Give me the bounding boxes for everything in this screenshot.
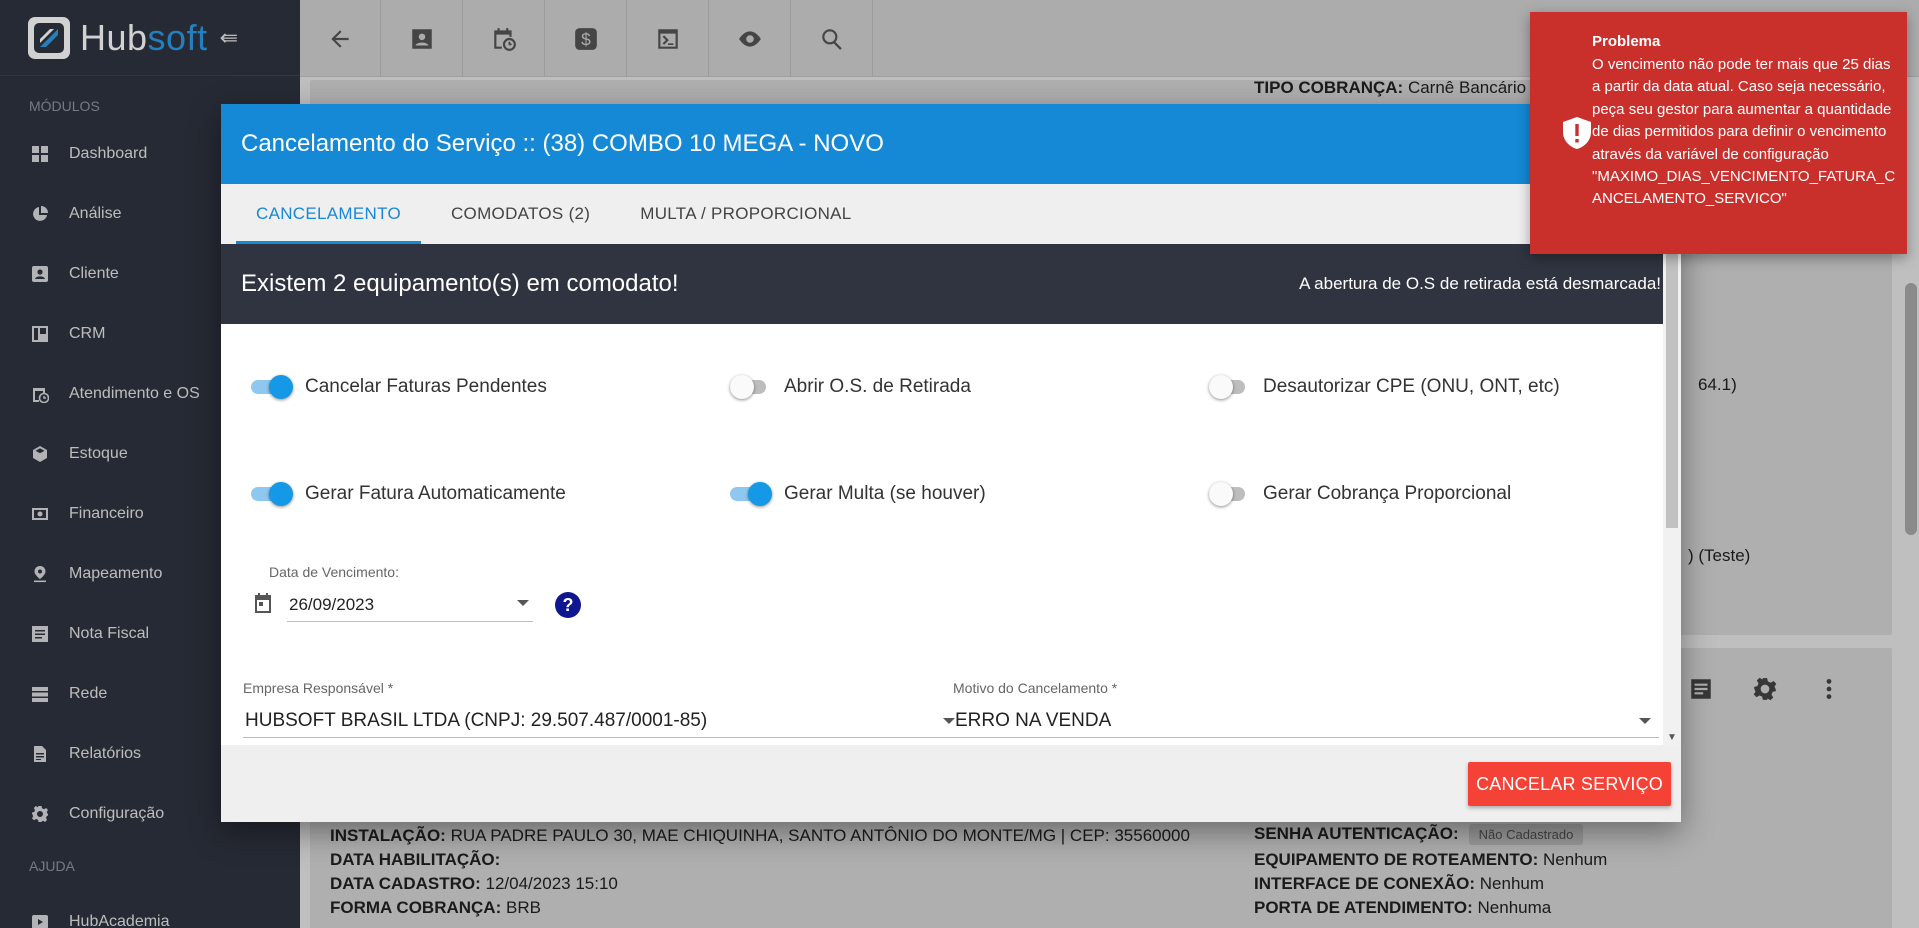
modal-scrollbar[interactable]: ▼: [1663, 244, 1681, 745]
alert-note: A abertura de O.S de retirada está desma…: [1299, 274, 1661, 293]
toggle-label: Abrir O.S. de Retirada: [784, 376, 971, 397]
scroll-down-icon[interactable]: ▼: [1667, 732, 1677, 743]
due-date-value: 26/09/2023: [289, 594, 375, 614]
chevron-down-icon[interactable]: [1639, 718, 1651, 724]
toggle-label: Gerar Cobrança Proporcional: [1263, 483, 1512, 504]
due-date-input[interactable]: 26/09/2023: [287, 588, 533, 622]
tab-multa-proporcional[interactable]: MULTA / PROPORCIONAL: [620, 184, 871, 244]
toggle-label: Gerar Multa (se houver): [784, 483, 986, 504]
toast-message: O vencimento não pode ter mais que 25 di…: [1592, 56, 1896, 208]
motivo-value: ERRO NA VENDA: [955, 709, 1112, 731]
toggle-switch[interactable]: [251, 373, 293, 401]
modal-tabs: CANCELAMENTO COMODATOS (2) MULTA / PROPO…: [221, 184, 1681, 244]
calendar-icon[interactable]: [251, 591, 275, 620]
scrollbar-thumb[interactable]: [1666, 248, 1678, 528]
toggle-desautorizar-cpe[interactable]: Desautorizar CPE (ONU, ONT, etc): [1209, 373, 1560, 401]
cancel-service-modal: Cancelamento do Serviço :: (38) COMBO 10…: [221, 104, 1681, 822]
empresa-label: Empresa Responsável *: [243, 680, 394, 696]
chevron-down-icon[interactable]: [517, 600, 529, 606]
toggle-gerar-cobranca-proporcional[interactable]: Gerar Cobrança Proporcional: [1209, 480, 1511, 508]
help-icon[interactable]: ?: [555, 592, 581, 618]
due-date-field: 26/09/2023 ?: [251, 588, 581, 622]
error-toast[interactable]: Problema O vencimento não pode ter mais …: [1530, 12, 1907, 254]
modal-footer: CANCELAR SERVIÇO: [221, 745, 1681, 822]
toggle-cancelar-faturas[interactable]: Cancelar Faturas Pendentes: [251, 373, 547, 401]
toggle-switch[interactable]: [730, 373, 770, 401]
cancel-service-button[interactable]: CANCELAR SERVIÇO: [1468, 762, 1671, 806]
toggle-label: Gerar Fatura Automaticamente: [305, 483, 566, 504]
due-date-label: Data de Vencimento:: [269, 564, 399, 580]
toggle-label: Desautorizar CPE (ONU, ONT, etc): [1263, 376, 1560, 397]
empresa-select[interactable]: HUBSOFT BRASIL LTDA (CNPJ: 29.507.487/00…: [243, 704, 963, 738]
toggle-gerar-multa[interactable]: Gerar Multa (se houver): [730, 480, 986, 508]
toggle-switch[interactable]: [1209, 373, 1249, 401]
tab-cancelamento[interactable]: CANCELAMENTO: [236, 184, 421, 244]
modal-body: Existem 2 equipamento(s) em comodato! A …: [221, 244, 1681, 745]
shield-alert-icon: [1563, 117, 1591, 154]
toggle-switch[interactable]: [251, 480, 293, 508]
toggle-abrir-os-retirada[interactable]: Abrir O.S. de Retirada: [730, 373, 971, 401]
toggle-label: Cancelar Faturas Pendentes: [305, 376, 547, 397]
modal-title: Cancelamento do Serviço :: (38) COMBO 10…: [221, 104, 1681, 184]
toggle-gerar-fatura[interactable]: Gerar Fatura Automaticamente: [251, 480, 566, 508]
toast-title: Problema: [1592, 33, 1661, 50]
toggle-switch[interactable]: [1209, 480, 1249, 508]
alert-title: Existem 2 equipamento(s) em comodato!: [241, 270, 679, 297]
motivo-select[interactable]: ERRO NA VENDA: [953, 704, 1659, 738]
empresa-value: HUBSOFT BRASIL LTDA (CNPJ: 29.507.487/00…: [245, 709, 708, 731]
comodato-alert: Existem 2 equipamento(s) em comodato! A …: [221, 244, 1681, 324]
toggle-switch[interactable]: [730, 480, 772, 508]
motivo-label: Motivo do Cancelamento *: [953, 680, 1118, 696]
tab-comodatos[interactable]: COMODATOS (2): [431, 184, 610, 244]
